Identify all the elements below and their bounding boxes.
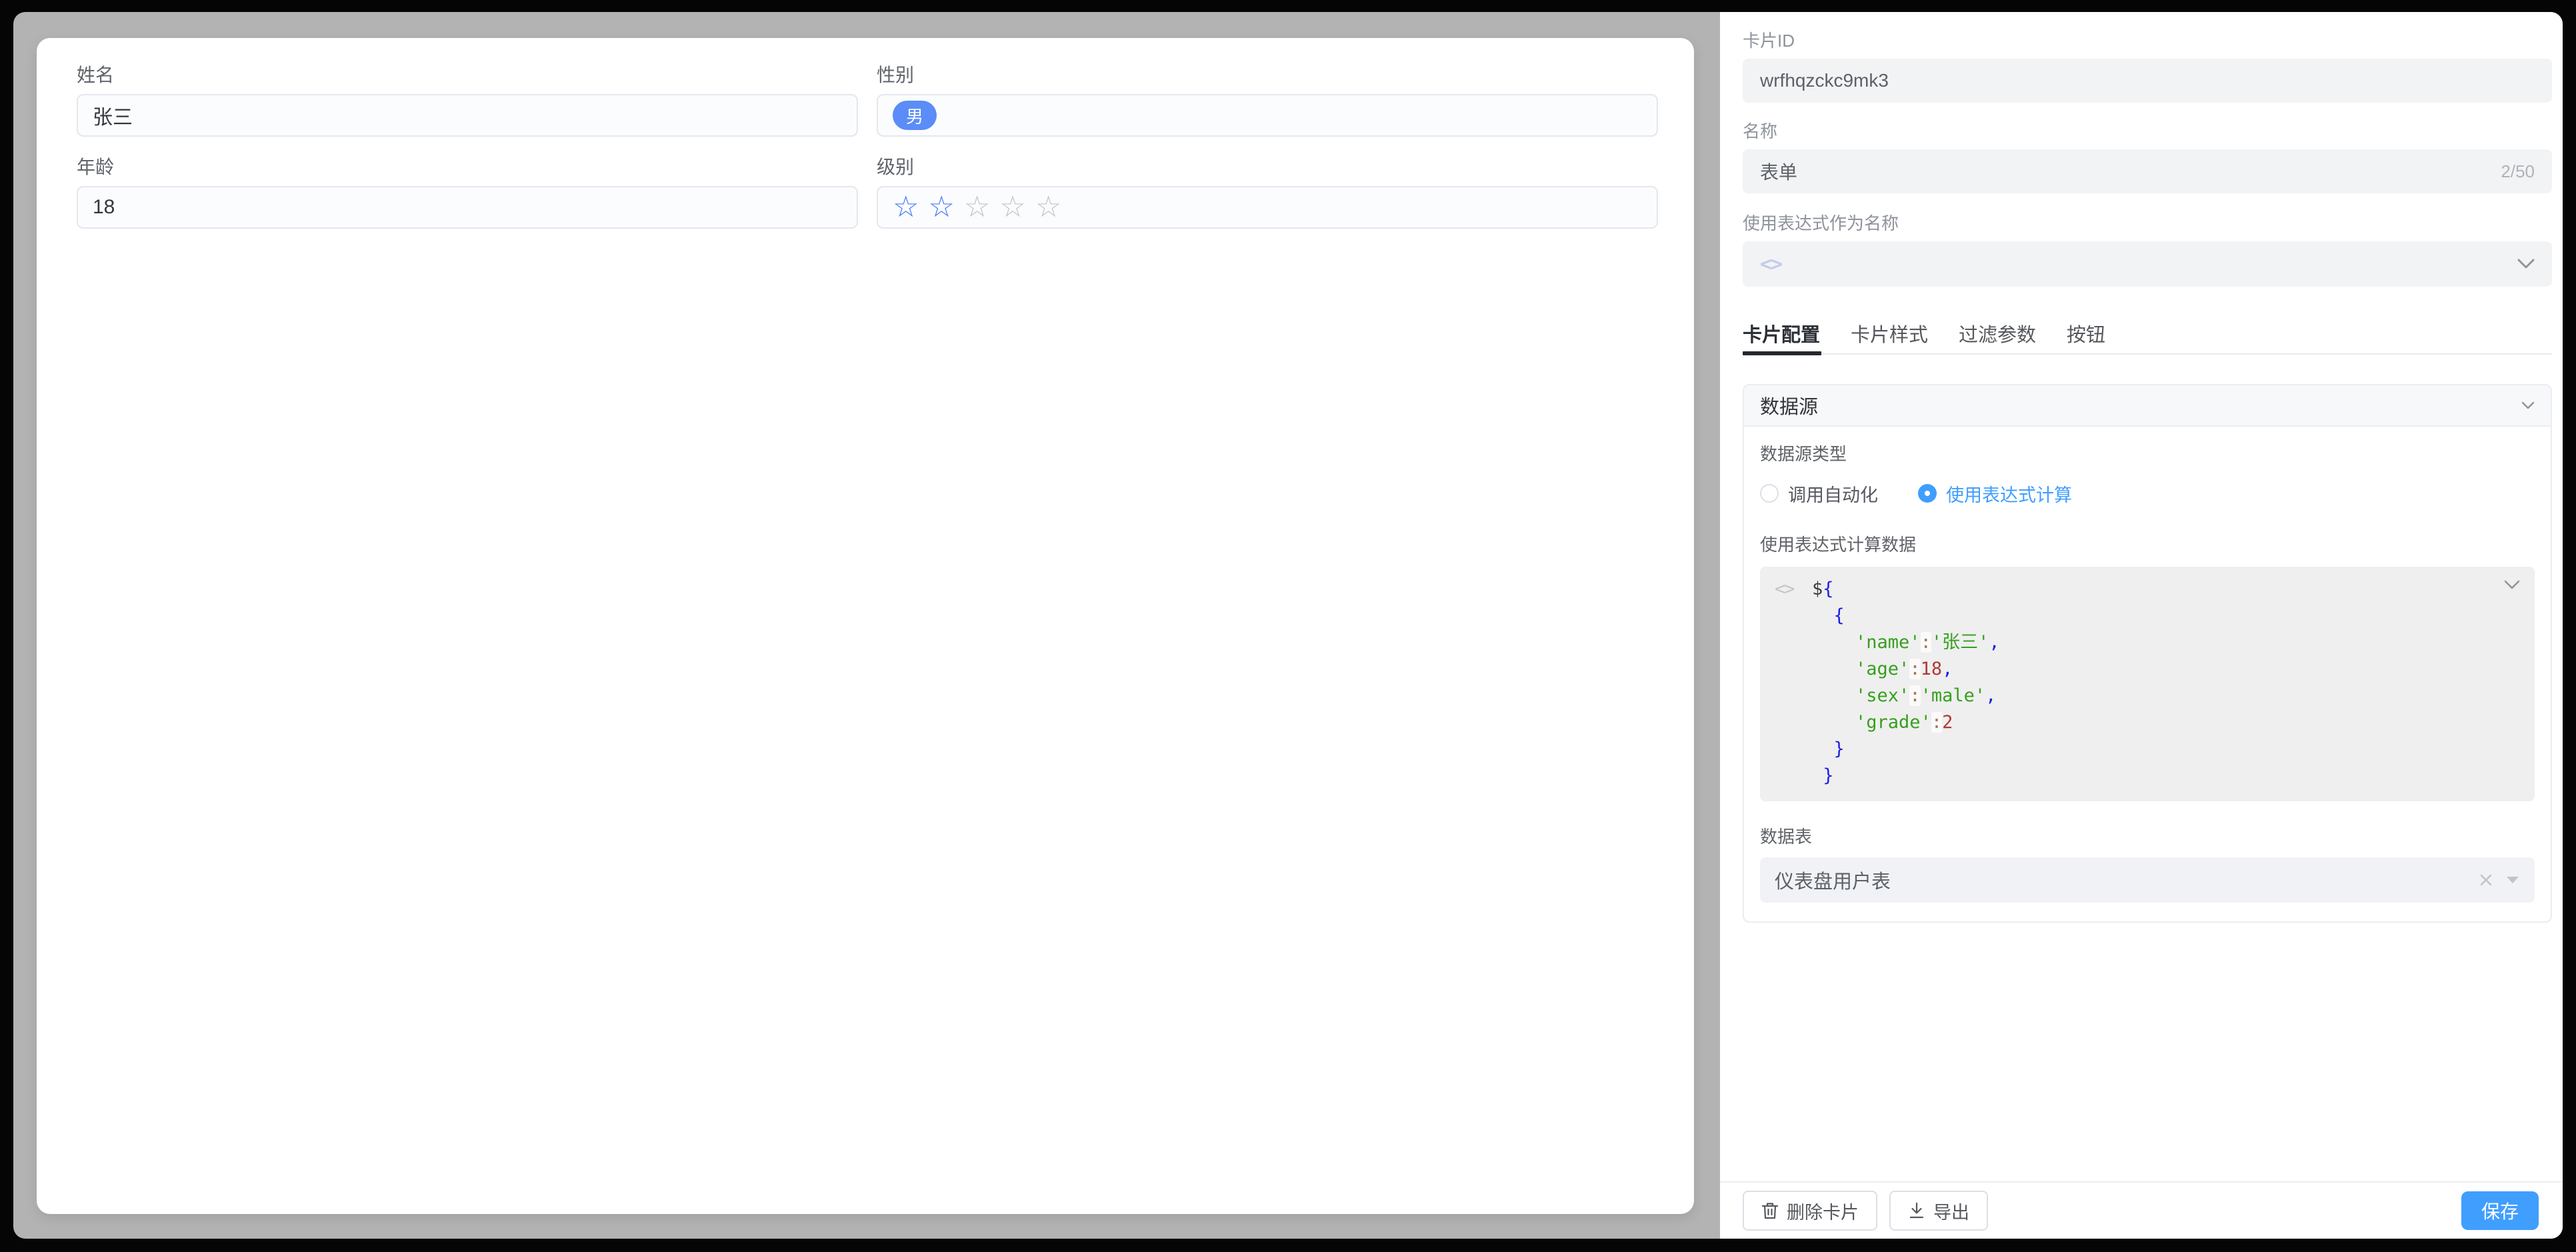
age-input-value: 18 xyxy=(93,196,115,219)
code-icon: <> xyxy=(1775,579,1794,599)
chevron-down-icon[interactable] xyxy=(2517,259,2535,269)
delete-card-button[interactable]: 删除卡片 xyxy=(1743,1191,1877,1231)
card-id-label: 卡片ID xyxy=(1743,31,2552,51)
rating-stars: ☆ ☆ ☆ ☆ ☆ xyxy=(893,193,1061,222)
tab-underline xyxy=(1743,353,2552,355)
code-icon: <> xyxy=(1760,253,1781,276)
gender-input[interactable]: 男 xyxy=(877,94,1658,137)
dashboard-backdrop: 姓名 张三 性别 男 年龄 18 级别 ☆ ☆ ☆ ☆ ☆ xyxy=(13,12,2563,1239)
code-line: 'name':'张三', xyxy=(1812,629,2521,656)
radio-icon xyxy=(1760,484,1779,503)
tab-filter-params[interactable]: 过滤参数 xyxy=(1959,319,2036,347)
char-counter: 2/50 xyxy=(2501,161,2535,182)
grade-input[interactable]: ☆ ☆ ☆ ☆ ☆ xyxy=(877,186,1658,229)
gender-tag[interactable]: 男 xyxy=(893,101,937,130)
chevron-down-icon[interactable] xyxy=(2521,401,2535,410)
code-line: { xyxy=(1812,603,2521,629)
active-tab-indicator xyxy=(1743,351,1821,355)
code-line: } xyxy=(1812,736,2521,763)
radio-label: 调用自动化 xyxy=(1788,481,1878,507)
inspector-tabs: 卡片配置 卡片样式 过滤参数 按钮 xyxy=(1743,319,2552,348)
field-gender-label: 性别 xyxy=(877,66,1658,85)
star-icon[interactable]: ☆ xyxy=(928,193,954,222)
code-line: 'age':18, xyxy=(1812,656,2521,683)
datasource-title: 数据源 xyxy=(1760,391,1818,419)
form-card: 姓名 张三 性别 男 年龄 18 级别 ☆ ☆ ☆ ☆ ☆ xyxy=(37,38,1694,1214)
delete-card-label: 删除卡片 xyxy=(1787,1198,1859,1224)
save-button[interactable]: 保存 xyxy=(2461,1191,2539,1230)
data-table-value: 仪表盘用户表 xyxy=(1775,866,1891,894)
expression-editor[interactable]: <> ${ { 'name':'张三', 'age':18, 'sex':'ma… xyxy=(1760,567,2535,801)
datasource-type-label: 数据源类型 xyxy=(1760,444,2535,464)
field-name-label: 姓名 xyxy=(77,66,858,85)
field-gender: 性别 男 xyxy=(877,66,1658,137)
tab-card-config[interactable]: 卡片配置 xyxy=(1743,319,1820,347)
download-icon xyxy=(1908,1201,1925,1220)
tab-buttons[interactable]: 按钮 xyxy=(2067,319,2105,347)
radio-label: 使用表达式计算 xyxy=(1946,481,2072,507)
field-grade: 级别 ☆ ☆ ☆ ☆ ☆ xyxy=(877,158,1658,229)
trash-icon xyxy=(1761,1201,1779,1220)
chevron-down-icon[interactable] xyxy=(2504,580,2520,593)
field-grade-label: 级别 xyxy=(877,158,1658,177)
inspector-footer: 删除卡片 导出 保存 xyxy=(1720,1181,2563,1239)
field-age-label: 年龄 xyxy=(77,158,858,177)
age-input[interactable]: 18 xyxy=(77,186,858,229)
star-icon[interactable]: ☆ xyxy=(999,193,1025,222)
code-line: } xyxy=(1812,763,2521,789)
datasource-panel-body: 数据源类型 调用自动化 使用表达式计算 使用表达式计算数据 <> xyxy=(1744,427,2551,921)
datasource-panel-header[interactable]: 数据源 xyxy=(1744,385,2551,427)
datasource-type-radios: 调用自动化 使用表达式计算 xyxy=(1760,481,2535,505)
card-id-input[interactable]: wrfhqzckc9mk3 xyxy=(1743,59,2552,103)
star-icon[interactable]: ☆ xyxy=(964,193,990,222)
export-label: 导出 xyxy=(1933,1198,1969,1224)
form-grid: 姓名 张三 性别 男 年龄 18 级别 ☆ ☆ ☆ ☆ ☆ xyxy=(77,66,1658,250)
radio-icon xyxy=(1918,484,1937,503)
code-line: 'sex':'male', xyxy=(1812,683,2521,709)
expr-name-input[interactable]: <> xyxy=(1743,241,2552,287)
star-icon[interactable]: ☆ xyxy=(893,193,919,222)
code-line: 'grade':2 xyxy=(1812,709,2521,736)
data-table-select[interactable]: 仪表盘用户表 xyxy=(1760,857,2535,903)
card-id-value: wrfhqzckc9mk3 xyxy=(1760,70,1889,91)
expression-data-label: 使用表达式计算数据 xyxy=(1760,535,2535,555)
clear-icon[interactable] xyxy=(2479,873,2493,887)
card-name-label: 名称 xyxy=(1743,121,2552,141)
card-name-value: 表单 xyxy=(1760,158,1797,185)
name-input-value: 张三 xyxy=(93,101,133,130)
select-icons xyxy=(2479,873,2520,887)
caret-down-icon[interactable] xyxy=(2505,875,2520,885)
tab-card-style[interactable]: 卡片样式 xyxy=(1851,319,1928,347)
datasource-panel: 数据源 数据源类型 调用自动化 使用表达式计算 使用 xyxy=(1743,384,2552,923)
card-name-input[interactable]: 表单 2/50 xyxy=(1743,149,2552,193)
expr-name-label: 使用表达式作为名称 xyxy=(1743,213,2552,233)
field-name: 姓名 张三 xyxy=(77,66,858,137)
export-button[interactable]: 导出 xyxy=(1889,1191,1988,1231)
save-label: 保存 xyxy=(2481,1197,2519,1224)
star-icon[interactable]: ☆ xyxy=(1035,193,1061,222)
radio-expression-compute[interactable]: 使用表达式计算 xyxy=(1918,481,2072,507)
field-age: 年龄 18 xyxy=(77,158,858,229)
name-input[interactable]: 张三 xyxy=(77,94,858,137)
data-table-label: 数据表 xyxy=(1760,827,2535,847)
expression-code[interactable]: ${ { 'name':'张三', 'age':18, 'sex':'male'… xyxy=(1812,576,2521,789)
code-line: ${ xyxy=(1812,576,2521,603)
card-inspector-panel: 卡片ID wrfhqzckc9mk3 名称 表单 2/50 使用表达式作为名称 … xyxy=(1720,12,2563,1239)
radio-call-automation[interactable]: 调用自动化 xyxy=(1760,481,1878,507)
